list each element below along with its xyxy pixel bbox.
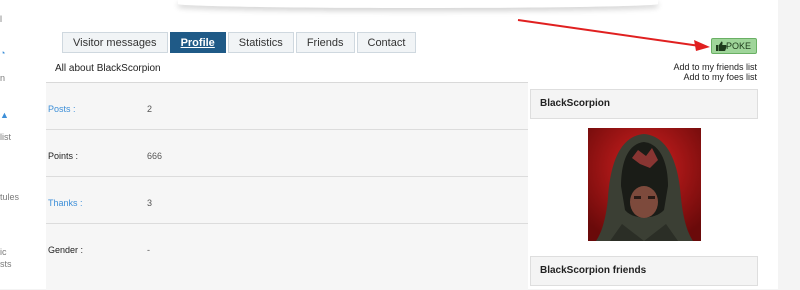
sidebar-icon-fragment: ▲	[0, 110, 9, 120]
thumbs-up-icon	[716, 41, 727, 51]
tab-visitor-messages[interactable]: Visitor messages	[62, 32, 168, 53]
profile-friends-header: BlackScorpion friends	[530, 256, 758, 286]
stat-row-thanks: Thanks : 3	[46, 177, 528, 224]
stat-label-thanks[interactable]: Thanks :	[48, 198, 83, 208]
poke-button[interactable]: POKE	[711, 38, 757, 54]
header-shadow	[178, 0, 658, 8]
add-foe-link[interactable]: Add to my foes list	[628, 72, 757, 82]
tab-contact[interactable]: Contact	[356, 32, 417, 53]
stats-table: Posts : 2 Points : 666 Thanks : 3 Gender…	[46, 82, 528, 290]
sidebar-fragment: ic	[0, 247, 7, 257]
about-title: All about BlackScorpion	[55, 63, 161, 74]
sidebar-icon-fragment: ◔	[0, 48, 6, 58]
sidebar-fragment: tules	[0, 192, 20, 202]
stat-label-posts[interactable]: Posts :	[48, 104, 76, 114]
sidebar-fragment: n	[0, 73, 6, 83]
tab-friends[interactable]: Friends	[295, 32, 355, 53]
stat-label-gender: Gender :	[48, 245, 84, 255]
stat-value-gender: -	[147, 245, 150, 255]
left-sidebar-fragment: l ◔ n ▲ list tules ic sts	[0, 0, 28, 289]
stat-value-thanks: 3	[147, 198, 153, 208]
sidebar-fragment: list	[0, 132, 11, 142]
tab-statistics[interactable]: Statistics	[227, 32, 294, 53]
stat-label-points: Points :	[48, 151, 79, 161]
stat-value-posts: 2	[147, 104, 153, 114]
profile-panel: Visitor messages Profile Statistics Frie…	[28, 0, 778, 290]
stat-value-points: 666	[147, 151, 163, 161]
profile-actions: Add to my friends list Add to my foes li…	[628, 62, 757, 82]
stat-row-gender: Gender : -	[46, 224, 528, 270]
profile-username-header: BlackScorpion	[530, 89, 758, 119]
stat-row-posts: Posts : 2	[46, 83, 528, 130]
sidebar-fragment: sts	[0, 259, 12, 269]
add-friend-link[interactable]: Add to my friends list	[628, 62, 757, 72]
poke-label: POKE	[725, 41, 751, 51]
profile-avatar	[588, 128, 701, 241]
profile-tabs: Visitor messages Profile Statistics Frie…	[62, 32, 418, 53]
stat-row-points: Points : 666	[46, 130, 528, 177]
tab-profile[interactable]: Profile	[169, 32, 226, 53]
sidebar-fragment: l	[0, 14, 2, 24]
